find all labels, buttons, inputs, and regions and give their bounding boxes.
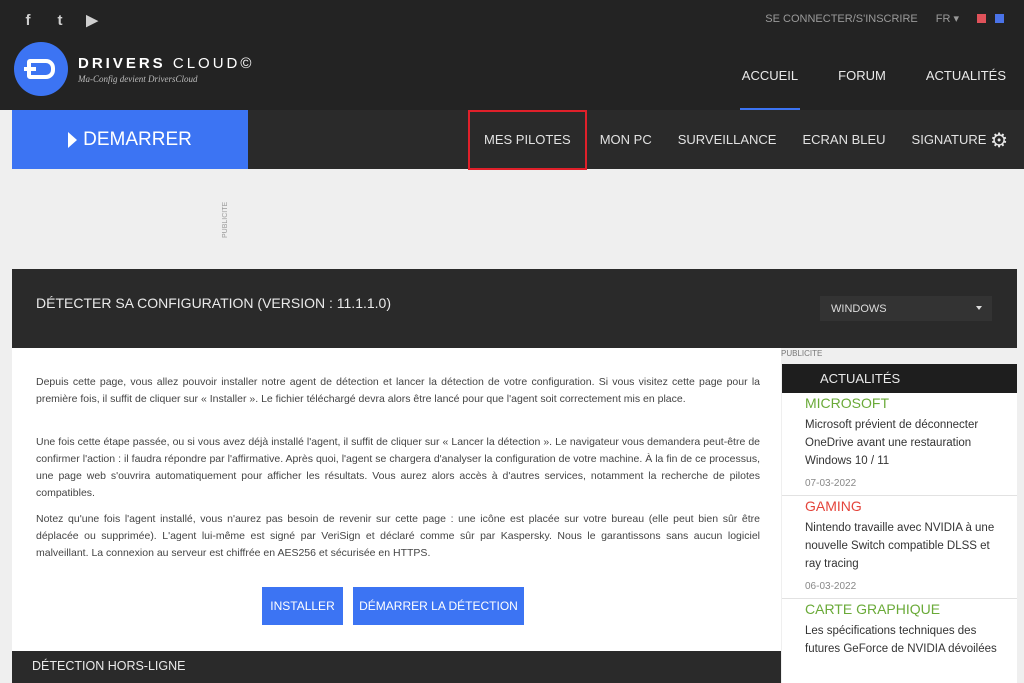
start-button[interactable]: DEMARRER: [12, 110, 248, 169]
facebook-icon[interactable]: f: [20, 11, 36, 29]
news-list: MICROSOFT Microsoft prévient de déconnec…: [782, 393, 1017, 683]
notes-paragraph: Notez qu'une fois l'agent installé, vous…: [36, 513, 760, 559]
subnav-mon-pc[interactable]: MON PC: [587, 110, 665, 169]
subnav-surveillance[interactable]: SURVEILLANCE: [665, 110, 790, 169]
divider: [782, 495, 1017, 496]
news-text[interactable]: Microsoft prévient de déconnecter OneDri…: [805, 416, 1005, 470]
site-logo[interactable]: DRIVERS CLOUD© Ma-Config devient Drivers…: [14, 42, 254, 96]
nav-accueil[interactable]: ACCUEIL: [739, 68, 801, 110]
news-category[interactable]: CARTE GRAPHIQUE: [805, 601, 1005, 617]
config-header: DÉTECTER SA CONFIGURATION (VERSION : 11.…: [12, 269, 1017, 348]
logo-icon: [14, 42, 68, 96]
play-icon: [68, 131, 78, 148]
news-date: 06-03-2022: [805, 581, 857, 592]
flag-red-icon[interactable]: [977, 14, 986, 23]
nav-actualites[interactable]: ACTUALITÉS: [926, 68, 1006, 83]
nav-forum[interactable]: FORUM: [838, 68, 886, 83]
language-select[interactable]: FR ▾: [936, 12, 959, 25]
logo-subtitle: Ma-Config devient DriversCloud: [78, 73, 198, 84]
news-category[interactable]: GAMING: [805, 498, 1005, 514]
secondary-nav-bar: DEMARRER MES PILOTES MON PC SURVEILLANCE…: [12, 109, 1024, 170]
gear-icon[interactable]: ⚙: [990, 128, 1008, 153]
subnav-ecran-bleu[interactable]: ECRAN BLEU: [789, 110, 898, 169]
subnav-mes-pilotes[interactable]: MES PILOTES: [468, 109, 587, 170]
flag-blue-icon[interactable]: [995, 14, 1004, 23]
flags: [977, 14, 1004, 23]
start-detection-button[interactable]: DÉMARRER LA DÉTECTION: [353, 587, 524, 625]
news-title: ACTUALITÉS: [782, 364, 1017, 393]
news-item[interactable]: CARTE GRAPHIQUE Les spécifications techn…: [805, 601, 1005, 658]
main-nav: ACCUEIL FORUM ACTUALITÉS: [739, 68, 1006, 110]
youtube-icon[interactable]: ▶: [84, 11, 100, 29]
steps-paragraph: Une fois cette étape passée, ou si vous …: [36, 436, 760, 499]
offline-detection-header: DÉTECTION HORS-LIGNE: [12, 651, 781, 683]
os-select-value: WINDOWS: [831, 302, 887, 315]
login-link[interactable]: SE CONNECTER/S'INSCRIRE: [765, 13, 917, 25]
news-item[interactable]: GAMING Nintendo travaille avec NVIDIA à …: [782, 498, 1017, 599]
news-item[interactable]: MICROSOFT Microsoft prévient de déconnec…: [782, 395, 1017, 496]
news-category[interactable]: MICROSOFT: [805, 395, 1005, 411]
news-date: 07-03-2022: [805, 478, 857, 489]
install-button[interactable]: INSTALLER: [262, 587, 343, 625]
subnav-signature[interactable]: SIGNATURE: [899, 110, 1000, 169]
start-button-label: DEMARRER: [83, 128, 192, 150]
chevron-down-icon: [976, 306, 982, 310]
main-content: Depuis cette page, vous allez pouvoir in…: [12, 348, 781, 653]
intro-paragraph: Depuis cette page, vous allez pouvoir in…: [36, 376, 760, 405]
twitter-icon[interactable]: t: [52, 11, 68, 29]
sidebar-ad-label: PUBLICITE: [781, 349, 823, 358]
page-title: DÉTECTER SA CONFIGURATION (VERSION : 11.…: [36, 295, 391, 311]
logo-title: DRIVERS CLOUD©: [78, 54, 255, 72]
ad-label: PUBLICITE: [222, 201, 229, 238]
news-text[interactable]: Nintendo travaille avec NVIDIA à une nou…: [805, 519, 1005, 573]
top-header: f t ▶ SE CONNECTER/S'INSCRIRE FR ▾ DRIVE…: [0, 0, 1024, 110]
os-select[interactable]: WINDOWS: [820, 296, 992, 321]
top-right-links: SE CONNECTER/S'INSCRIRE FR ▾: [765, 12, 1004, 25]
news-text[interactable]: Les spécifications techniques des future…: [805, 622, 1005, 658]
social-links: f t ▶: [20, 11, 100, 30]
sub-nav: MES PILOTES MON PC SURVEILLANCE ECRAN BL…: [468, 109, 1000, 170]
divider: [782, 598, 1017, 599]
